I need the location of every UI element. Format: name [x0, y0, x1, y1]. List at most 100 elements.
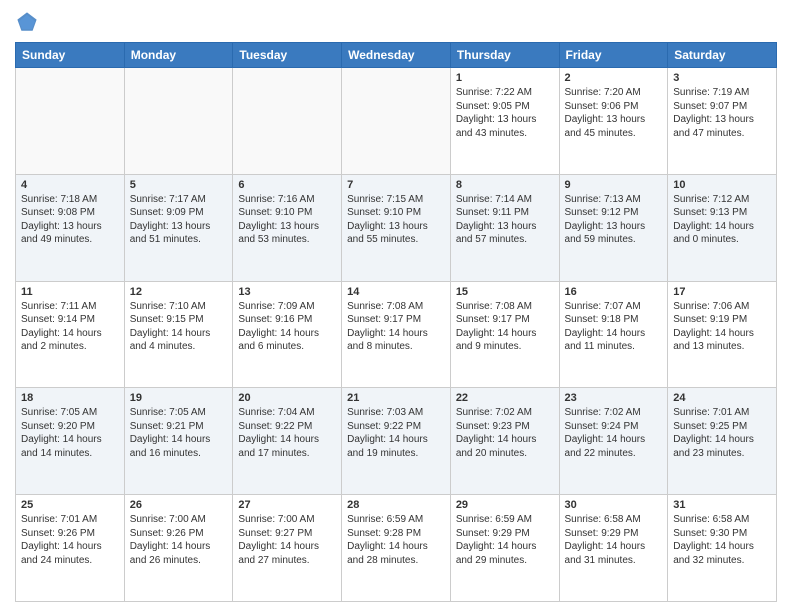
calendar-cell: 5 Sunrise: 7:17 AM Sunset: 9:09 PM Daylig… — [124, 174, 233, 281]
calendar-cell: 30Sunrise: 6:58 AM Sunset: 9:29 PM Dayli… — [559, 495, 668, 602]
day-number: 2 — [565, 72, 663, 84]
calendar-cell — [16, 68, 125, 175]
calendar-header-monday: Monday — [124, 43, 233, 68]
week-row-1: 1 Sunrise: 7:22 AM Sunset: 9:05 PM Daylig… — [16, 68, 777, 175]
calendar-cell: 15Sunrise: 7:08 AM Sunset: 9:17 PM Dayli… — [450, 281, 559, 388]
day-info: Sunrise: 7:08 AM Sunset: 9:17 PM Dayligh… — [456, 300, 554, 354]
calendar-header-sunday: Sunday — [16, 43, 125, 68]
day-info: Sunrise: 7:19 AM Sunset: 9:07 PM Dayligh… — [673, 86, 771, 140]
calendar-cell: 6 Sunrise: 7:16 AM Sunset: 9:10 PM Daylig… — [233, 174, 342, 281]
day-info: Sunrise: 6:58 AM Sunset: 9:30 PM Dayligh… — [673, 513, 771, 567]
day-info: Sunrise: 7:22 AM Sunset: 9:05 PM Dayligh… — [456, 86, 554, 140]
day-number: 21 — [347, 392, 445, 404]
day-info: Sunrise: 7:01 AM Sunset: 9:26 PM Dayligh… — [21, 513, 119, 567]
day-number: 6 — [238, 179, 336, 191]
calendar-cell: 23 Sunrise: 7:02 AM Sunset: 9:24 PM Dayli… — [559, 388, 668, 495]
calendar-cell: 12Sunrise: 7:10 AM Sunset: 9:15 PM Dayli… — [124, 281, 233, 388]
day-number: 30 — [565, 499, 663, 511]
day-number: 5 — [130, 179, 228, 191]
calendar-cell: 25 Sunrise: 7:01 AM Sunset: 9:26 PM Dayli… — [16, 495, 125, 602]
day-number: 16 — [565, 286, 663, 298]
calendar-cell: 18Sunrise: 7:05 AM Sunset: 9:20 PM Dayli… — [16, 388, 125, 495]
day-info: Sunrise: 7:02 AM Sunset: 9:24 PM Dayligh… — [565, 406, 663, 460]
day-info: Sunrise: 7:13 AM Sunset: 9:12 PM Dayligh… — [565, 193, 663, 247]
calendar-cell — [124, 68, 233, 175]
calendar-cell: 17Sunrise: 7:06 AM Sunset: 9:19 PM Dayli… — [668, 281, 777, 388]
day-info: Sunrise: 7:05 AM Sunset: 9:21 PM Dayligh… — [130, 406, 228, 460]
day-number: 28 — [347, 499, 445, 511]
calendar-cell: 28Sunrise: 6:59 AM Sunset: 9:28 PM Dayli… — [342, 495, 451, 602]
calendar-cell: 29Sunrise: 6:59 AM Sunset: 9:29 PM Dayli… — [450, 495, 559, 602]
day-info: Sunrise: 7:08 AM Sunset: 9:17 PM Dayligh… — [347, 300, 445, 354]
day-number: 20 — [238, 392, 336, 404]
day-number: 7 — [347, 179, 445, 191]
day-info: Sunrise: 7:05 AM Sunset: 9:20 PM Dayligh… — [21, 406, 119, 460]
day-number: 19 — [130, 392, 228, 404]
day-number: 29 — [456, 499, 554, 511]
day-info: Sunrise: 7:17 AM Sunset: 9:09 PM Dayligh… — [130, 193, 228, 247]
week-row-5: 25 Sunrise: 7:01 AM Sunset: 9:26 PM Dayli… — [16, 495, 777, 602]
day-number: 22 — [456, 392, 554, 404]
day-number: 10 — [673, 179, 771, 191]
calendar-header-row: SundayMondayTuesdayWednesdayThursdayFrid… — [16, 43, 777, 68]
day-number: 23 — [565, 392, 663, 404]
day-info: Sunrise: 7:03 AM Sunset: 9:22 PM Dayligh… — [347, 406, 445, 460]
day-info: Sunrise: 7:04 AM Sunset: 9:22 PM Dayligh… — [238, 406, 336, 460]
page: SundayMondayTuesdayWednesdayThursdayFrid… — [0, 0, 792, 612]
day-number: 24 — [673, 392, 771, 404]
calendar-cell: 21 Sunrise: 7:03 AM Sunset: 9:22 PM Dayli… — [342, 388, 451, 495]
calendar-cell: 2 Sunrise: 7:20 AM Sunset: 9:06 PM Daylig… — [559, 68, 668, 175]
calendar-header-wednesday: Wednesday — [342, 43, 451, 68]
day-number: 26 — [130, 499, 228, 511]
day-info: Sunrise: 7:15 AM Sunset: 9:10 PM Dayligh… — [347, 193, 445, 247]
calendar-cell: 22 Sunrise: 7:02 AM Sunset: 9:23 PM Dayli… — [450, 388, 559, 495]
day-info: Sunrise: 7:09 AM Sunset: 9:16 PM Dayligh… — [238, 300, 336, 354]
week-row-2: 4 Sunrise: 7:18 AM Sunset: 9:08 PM Daylig… — [16, 174, 777, 281]
calendar-cell: 9 Sunrise: 7:13 AM Sunset: 9:12 PM Daylig… — [559, 174, 668, 281]
calendar-cell — [233, 68, 342, 175]
calendar-cell: 14 Sunrise: 7:08 AM Sunset: 9:17 PM Dayli… — [342, 281, 451, 388]
calendar-cell: 31Sunrise: 6:58 AM Sunset: 9:30 PM Dayli… — [668, 495, 777, 602]
day-info: Sunrise: 7:01 AM Sunset: 9:25 PM Dayligh… — [673, 406, 771, 460]
day-info: Sunrise: 7:07 AM Sunset: 9:18 PM Dayligh… — [565, 300, 663, 354]
week-row-4: 18Sunrise: 7:05 AM Sunset: 9:20 PM Dayli… — [16, 388, 777, 495]
day-number: 17 — [673, 286, 771, 298]
calendar-cell: 4 Sunrise: 7:18 AM Sunset: 9:08 PM Daylig… — [16, 174, 125, 281]
day-number: 27 — [238, 499, 336, 511]
day-info: Sunrise: 7:00 AM Sunset: 9:26 PM Dayligh… — [130, 513, 228, 567]
logo — [15, 10, 43, 34]
day-info: Sunrise: 7:11 AM Sunset: 9:14 PM Dayligh… — [21, 300, 119, 354]
calendar-header-tuesday: Tuesday — [233, 43, 342, 68]
calendar-cell: 24 Sunrise: 7:01 AM Sunset: 9:25 PM Dayli… — [668, 388, 777, 495]
day-number: 4 — [21, 179, 119, 191]
calendar-cell — [342, 68, 451, 175]
day-info: Sunrise: 7:00 AM Sunset: 9:27 PM Dayligh… — [238, 513, 336, 567]
header — [15, 10, 777, 34]
day-number: 9 — [565, 179, 663, 191]
day-number: 3 — [673, 72, 771, 84]
calendar-table: SundayMondayTuesdayWednesdayThursdayFrid… — [15, 42, 777, 602]
calendar-cell: 1 Sunrise: 7:22 AM Sunset: 9:05 PM Daylig… — [450, 68, 559, 175]
day-number: 25 — [21, 499, 119, 511]
calendar-cell: 26 Sunrise: 7:00 AM Sunset: 9:26 PM Dayli… — [124, 495, 233, 602]
calendar-cell: 16 Sunrise: 7:07 AM Sunset: 9:18 PM Dayli… — [559, 281, 668, 388]
day-number: 13 — [238, 286, 336, 298]
day-info: Sunrise: 7:16 AM Sunset: 9:10 PM Dayligh… — [238, 193, 336, 247]
calendar-header-thursday: Thursday — [450, 43, 559, 68]
calendar-header-saturday: Saturday — [668, 43, 777, 68]
day-number: 1 — [456, 72, 554, 84]
calendar-cell: 27 Sunrise: 7:00 AM Sunset: 9:27 PM Dayli… — [233, 495, 342, 602]
calendar-cell: 20 Sunrise: 7:04 AM Sunset: 9:22 PM Dayli… — [233, 388, 342, 495]
day-info: Sunrise: 7:20 AM Sunset: 9:06 PM Dayligh… — [565, 86, 663, 140]
calendar-cell: 8 Sunrise: 7:14 AM Sunset: 9:11 PM Daylig… — [450, 174, 559, 281]
day-info: Sunrise: 7:14 AM Sunset: 9:11 PM Dayligh… — [456, 193, 554, 247]
day-number: 11 — [21, 286, 119, 298]
calendar-cell: 7 Sunrise: 7:15 AM Sunset: 9:10 PM Daylig… — [342, 174, 451, 281]
calendar-header-friday: Friday — [559, 43, 668, 68]
day-number: 8 — [456, 179, 554, 191]
day-info: Sunrise: 7:10 AM Sunset: 9:15 PM Dayligh… — [130, 300, 228, 354]
day-info: Sunrise: 7:18 AM Sunset: 9:08 PM Dayligh… — [21, 193, 119, 247]
day-number: 14 — [347, 286, 445, 298]
calendar-cell: 19 Sunrise: 7:05 AM Sunset: 9:21 PM Dayli… — [124, 388, 233, 495]
day-info: Sunrise: 7:02 AM Sunset: 9:23 PM Dayligh… — [456, 406, 554, 460]
